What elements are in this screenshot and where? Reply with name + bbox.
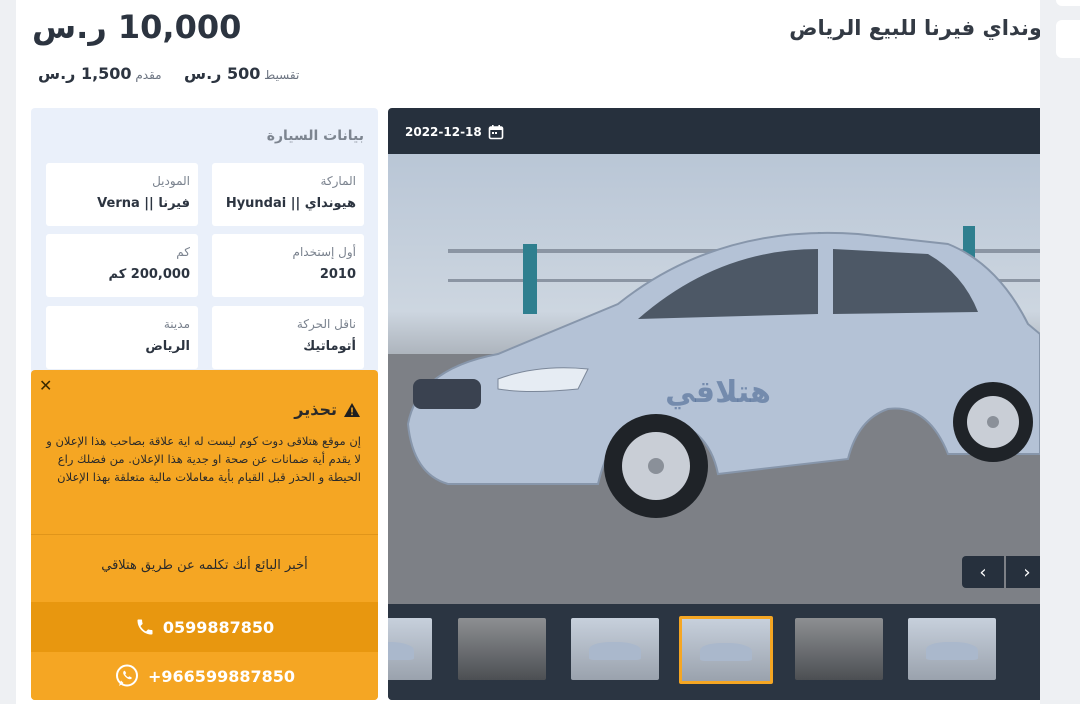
main-car-photo[interactable]: هتلاقي (388, 154, 1040, 604)
warning-header: تحذير (294, 400, 361, 419)
car-specs-card: بيانات السيارة الماركة هيونداي || Hyunda… (31, 108, 378, 388)
spec-first-use: أول إستخدام 2010 (212, 234, 364, 297)
installment-value: 500 ر.س (184, 64, 261, 83)
whatsapp-button[interactable]: +966599887850 (31, 652, 378, 700)
spec-model: الموديل فيرنا || Verna (46, 163, 198, 226)
warning-popup: ✕ تحذير إن موقع هتلاقى دوت كوم ليست له ا… (31, 370, 378, 700)
down-payment-info: مقدم 1,500 ر.س (32, 64, 162, 83)
spec-value: الرياض (145, 339, 190, 354)
phone-icon (137, 619, 153, 635)
listing-price: 10,000 ر.س (32, 8, 242, 46)
photo-gallery: 2022-12-18 هتلاقي ‹ › (388, 108, 1040, 700)
spec-label: ناقل الحركة (296, 317, 356, 331)
next-photo-button[interactable]: › (1006, 556, 1040, 588)
spec-value: أتوماتيك (303, 339, 356, 354)
spec-brand: الماركة هيونداي || Hyundai (212, 163, 364, 226)
phone-number: 0599887850 (162, 617, 275, 637)
close-icon[interactable]: ✕ (39, 376, 52, 395)
spec-value: 2010 (319, 267, 356, 282)
date-text: 2022-12-18 (405, 125, 482, 139)
thumbnail[interactable] (388, 618, 432, 680)
previous-photo-button[interactable]: ‹ (962, 556, 1004, 588)
installment-info: تقسيط 500 ر.س (178, 64, 299, 83)
call-button[interactable]: 0599887850 (31, 602, 378, 652)
spec-label: مدينة (163, 317, 190, 331)
calendar-icon (488, 125, 504, 140)
listing-page: ونداي فيرنا للبيع الرياض 10,000 ر.س تقسي… (16, 0, 1040, 704)
spec-value: فيرنا || Verna (97, 196, 190, 211)
thumbnail[interactable] (571, 618, 659, 680)
thumbnail[interactable] (458, 618, 546, 680)
down-payment-value: 1,500 ر.س (38, 64, 132, 83)
specs-title: بيانات السيارة (266, 128, 364, 144)
spec-value: 200,000 كم (108, 267, 191, 282)
watermark-logo: هتلاقي (665, 375, 771, 410)
whatsapp-number: +966599887850 (148, 666, 295, 686)
installment-label: تقسيط (264, 68, 300, 82)
spec-value: هيونداي || Hyundai (225, 196, 356, 211)
spec-label: كم (176, 245, 190, 259)
car-photo-illustration: هتلاقي (388, 226, 1040, 604)
listing-date: 2022-12-18 (405, 124, 504, 140)
listing-title: ونداي فيرنا للبيع الرياض (789, 16, 1040, 40)
spec-label: الموديل (152, 174, 190, 188)
down-payment-label: مقدم (135, 68, 162, 82)
divider (31, 534, 378, 535)
thumbnail[interactable] (795, 618, 883, 680)
tell-seller-text: أخبر البائع أنك تكلمه عن طريق هتلاقي (101, 558, 308, 573)
side-panel-tab[interactable] (1056, 20, 1080, 58)
warning-text: إن موقع هتلاقى دوت كوم ليست له اية علاقة… (46, 434, 361, 484)
thumbnail-strip (388, 604, 1040, 700)
warning-triangle-icon (344, 402, 360, 417)
spec-label: أول إستخدام (292, 245, 356, 259)
whatsapp-icon (116, 664, 138, 687)
warning-title: تحذير (294, 400, 337, 419)
spec-label: الماركة (320, 174, 356, 188)
thumbnail[interactable] (908, 618, 996, 680)
spec-transmission: ناقل الحركة أتوماتيك (212, 306, 364, 369)
spec-city: مدينة الرياض (46, 306, 198, 369)
thumbnail-active[interactable] (679, 616, 773, 684)
spec-mileage: كم 200,000 كم (46, 234, 198, 297)
side-panel-edge (1056, 0, 1080, 6)
